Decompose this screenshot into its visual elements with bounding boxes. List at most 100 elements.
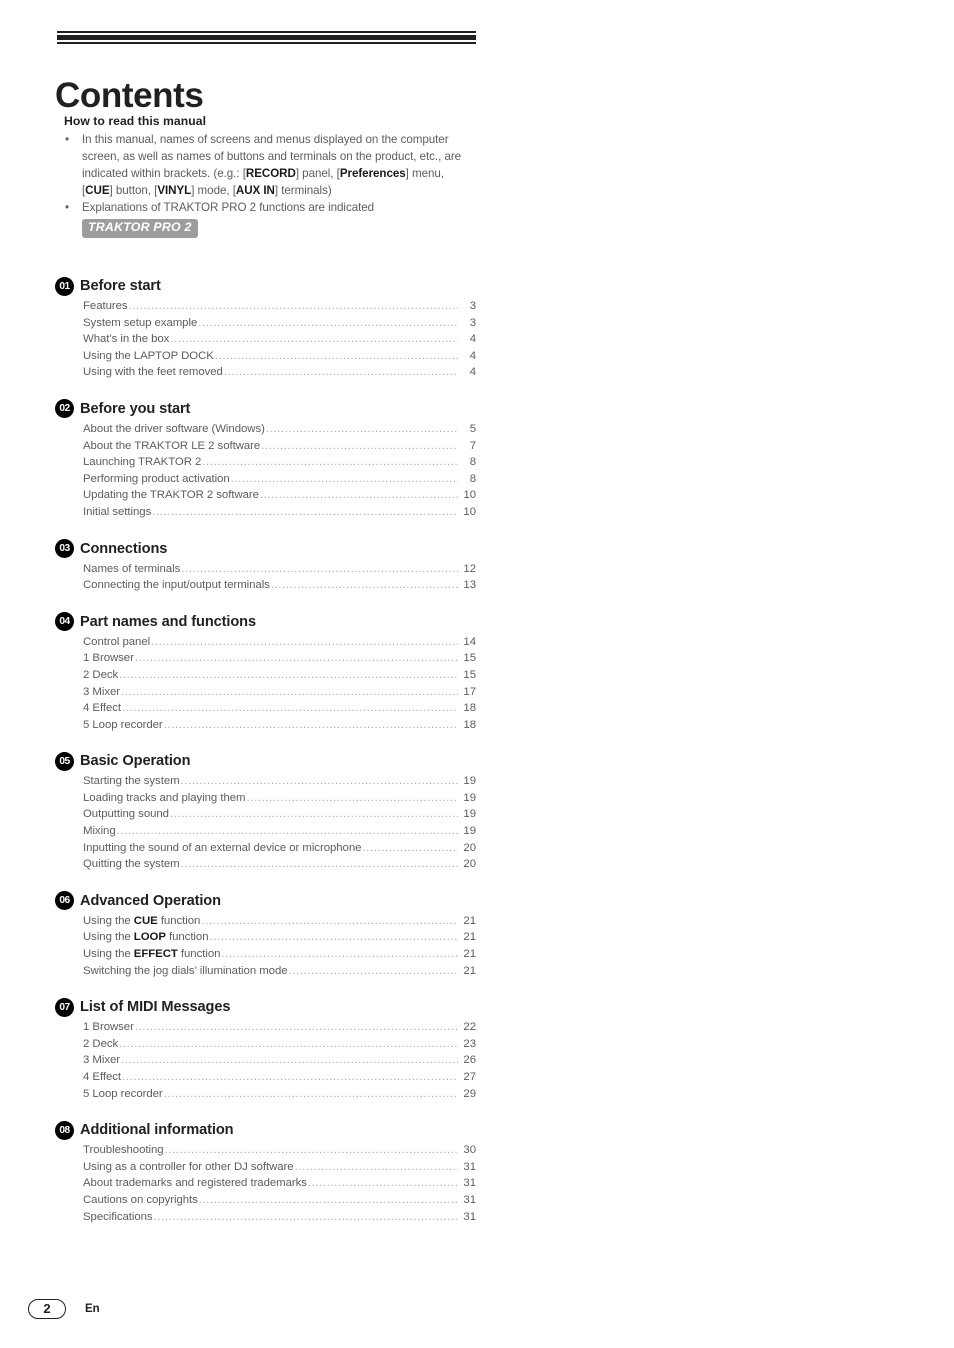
toc-entry[interactable]: 4 Effect................................… — [83, 700, 476, 717]
toc-entry[interactable]: What’s in the box.......................… — [83, 331, 476, 348]
toc-entry-page-number: 18 — [463, 702, 476, 715]
toc-entry[interactable]: Outputting sound........................… — [83, 806, 476, 823]
toc-dot-leader: ........................................… — [180, 858, 458, 871]
toc-entry[interactable]: Control panel...........................… — [83, 634, 476, 651]
toc-chapter-heading[interactable]: 02 Before you start — [55, 399, 476, 419]
toc-entry-list: 1 Browser...............................… — [55, 1019, 476, 1102]
toc-entry-label: Using the EFFECT function — [83, 948, 221, 961]
toc-entry-label: 4 Effect — [83, 1071, 122, 1083]
toc-dot-leader: ........................................… — [122, 1071, 458, 1083]
toc-entry[interactable]: 3 Mixer.................................… — [83, 684, 476, 701]
toc-chapter-heading[interactable]: 04 Part names and functions — [55, 612, 476, 632]
toc-chapter-heading[interactable]: 03 Connections — [55, 539, 476, 559]
toc-entry[interactable]: 1 Browser...............................… — [83, 1019, 476, 1036]
toc-entry[interactable]: About trademarks and registered trademar… — [83, 1175, 476, 1192]
toc-chapter-heading[interactable]: 05 Basic Operation — [55, 751, 476, 771]
toc-entry-label: Using as a controller for other DJ softw… — [83, 1160, 294, 1173]
toc-entry[interactable]: Cautions on copyrights..................… — [83, 1192, 476, 1209]
how-to-read-section: How to read this manual • In this manual… — [64, 114, 476, 238]
chapter-title: Part names and functions — [80, 613, 257, 630]
toc-dot-leader: ........................................… — [201, 914, 458, 927]
toc-entry[interactable]: Troubleshooting.........................… — [83, 1142, 476, 1159]
header-rule-bottom — [57, 42, 476, 44]
toc-entry-label: 5 Loop recorder — [83, 718, 163, 731]
toc-entry[interactable]: 5 Loop recorder.........................… — [83, 717, 476, 734]
toc-entry[interactable]: Initial settings........................… — [83, 504, 476, 521]
toc-dot-leader: ........................................… — [153, 1210, 458, 1223]
toc-entry-label: Features — [83, 300, 128, 312]
toc-entry-label: Starting the system — [83, 775, 180, 788]
toc-entry-page-number: 4 — [469, 366, 476, 379]
toc-entry-page-number: 19 — [463, 775, 476, 788]
toc-entry[interactable]: Using as a controller for other DJ softw… — [83, 1159, 476, 1176]
toc-chapter-heading[interactable]: 07 List of MIDI Messages — [55, 997, 476, 1017]
toc-dot-leader: ........................................… — [362, 841, 458, 854]
toc-dot-leader: ........................................… — [134, 652, 458, 665]
toc-entry-label: Troubleshooting — [83, 1144, 164, 1157]
language-code: En — [85, 1303, 100, 1315]
toc-entry-page-number: 13 — [463, 579, 476, 592]
toc-entry[interactable]: Connecting the input/output terminals...… — [83, 577, 476, 594]
toc-entry[interactable]: 5 Loop recorder.........................… — [83, 1086, 476, 1103]
toc-entry-label: Switching the jog dials’ illumination mo… — [83, 964, 288, 977]
toc-entry-label: What’s in the box — [83, 333, 170, 346]
toc-entry-page-number: 4 — [469, 333, 476, 346]
toc-entry-list: Names of terminals......................… — [55, 561, 476, 594]
toc-entry[interactable]: Switching the jog dials’ illumination mo… — [83, 963, 476, 980]
toc-entry[interactable]: 2 Deck..................................… — [83, 1036, 476, 1053]
toc-entry[interactable]: Performing product activation...........… — [83, 471, 476, 488]
intro-bullet-item: • In this manual, names of screens and m… — [64, 131, 476, 199]
toc-entry-page-number: 4 — [469, 349, 476, 362]
chapter-number-badge: 02 — [55, 399, 74, 419]
toc-entry-label: Control panel — [83, 635, 151, 648]
toc-chapter-heading[interactable]: 08 Additional information — [55, 1120, 476, 1140]
toc-chapter: 02 Before you start About the driver softw… — [55, 399, 476, 521]
toc-entry[interactable]: About the driver software (Windows).....… — [83, 421, 476, 438]
toc-entry-label: Outputting sound — [83, 808, 169, 821]
toc-entry[interactable]: Launching TRAKTOR 2.....................… — [83, 454, 476, 471]
toc-dot-leader: ........................................… — [152, 505, 458, 518]
toc-entry[interactable]: 4 Effect................................… — [83, 1069, 476, 1086]
toc-chapter: 07 List of MIDI Messages 1 Browser........… — [55, 997, 476, 1102]
toc-chapter-heading[interactable]: 01 Before start — [55, 276, 476, 296]
toc-dot-leader: ........................................… — [265, 422, 458, 435]
toc-entry[interactable]: 2 Deck..................................… — [83, 667, 476, 684]
toc-entry[interactable]: Using the LAPTOP DOCK...................… — [83, 348, 476, 365]
toc-dot-leader: ........................................… — [134, 1021, 458, 1034]
toc-entry-page-number: 21 — [463, 948, 476, 961]
toc-entry[interactable]: About the TRAKTOR LE 2 software.........… — [83, 438, 476, 455]
toc-dot-leader: ........................................… — [198, 316, 458, 329]
header-rules — [57, 31, 476, 44]
bullet-icon: • — [65, 201, 70, 214]
toc-entry-list: Starting the system.....................… — [55, 773, 476, 873]
chapter-title: Basic Operation — [80, 753, 191, 770]
toc-entry-label: 3 Mixer — [83, 685, 120, 698]
toc-entry[interactable]: Updating the TRAKTOR 2 software.........… — [83, 487, 476, 504]
chapter-number-badge: 04 — [55, 612, 74, 632]
chapter-number-badge: 07 — [55, 997, 74, 1017]
toc-entry-page-number: 18 — [463, 718, 476, 731]
toc-entry[interactable]: 3 Mixer.................................… — [83, 1052, 476, 1069]
toc-entry[interactable]: Features................................… — [83, 298, 476, 315]
toc-entry[interactable]: Using the LOOP function.................… — [83, 929, 476, 946]
toc-entry-list: Control panel...........................… — [55, 634, 476, 734]
toc-entry[interactable]: Loading tracks and playing them.........… — [83, 790, 476, 807]
toc-entry[interactable]: Inputting the sound of an external devic… — [83, 840, 476, 857]
toc-dot-leader: ........................................… — [259, 489, 458, 502]
toc-chapter-heading[interactable]: 06 Advanced Operation — [55, 891, 476, 911]
toc-entry[interactable]: Using the CUE function..................… — [83, 913, 476, 930]
toc-entry[interactable]: Using the EFFECT function...............… — [83, 946, 476, 963]
toc-dot-leader: ........................................… — [116, 825, 458, 838]
toc-entry[interactable]: Specifications..........................… — [83, 1209, 476, 1226]
toc-entry[interactable]: 1 Browser...............................… — [83, 650, 476, 667]
toc-entry[interactable]: Using with the feet removed.............… — [83, 364, 476, 381]
toc-entry-page-number: 27 — [463, 1071, 476, 1083]
toc-entry[interactable]: Starting the system.....................… — [83, 773, 476, 790]
manual-page: Contents How to read this manual • In th… — [0, 0, 954, 1348]
toc-entry[interactable]: Names of terminals......................… — [83, 561, 476, 578]
toc-entry[interactable]: System setup example....................… — [83, 315, 476, 332]
toc-dot-leader: ........................................… — [121, 1054, 458, 1067]
toc-entry-page-number: 31 — [463, 1177, 476, 1190]
toc-entry[interactable]: Mixing..................................… — [83, 823, 476, 840]
toc-entry[interactable]: Quitting the system.....................… — [83, 856, 476, 873]
